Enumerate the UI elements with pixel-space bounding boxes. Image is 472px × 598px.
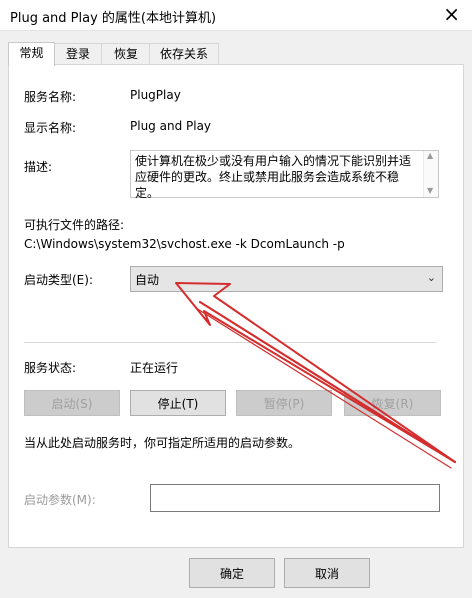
title-bar: Plug and Play 的属性(本地计算机) × [0,0,472,31]
tab-logon[interactable]: 登录 [53,43,103,64]
pause-button[interactable]: 暂停(P) [236,390,332,416]
startup-type-value: 自动 [135,273,160,287]
start-button[interactable]: 启动(S) [24,390,120,416]
divider [24,342,436,343]
description-textbox[interactable]: 使计算机在极少或没有用户输入的情况下能识别并适应硬件的更改。终止或禁用此服务会造… [130,150,439,200]
startup-type-label: 启动类型(E): [24,273,93,287]
general-panel: 服务名称: PlugPlay 显示名称: Plug and Play 描述: 使… [8,64,464,548]
description-scrollbar[interactable]: ▲ ▼ [423,151,438,197]
ok-button[interactable]: 确定 [189,558,275,588]
display-name-label: 显示名称: [24,121,77,135]
display-name-value: Plug and Play [130,119,212,133]
scroll-down-icon[interactable]: ▼ [427,186,433,195]
description-label: 描述: [24,160,53,174]
tab-dependencies[interactable]: 依存关系 [149,43,219,64]
tab-general[interactable]: 常规 [8,42,55,66]
cancel-button[interactable]: 取消 [284,558,370,588]
service-status-label: 服务状态: [24,361,77,375]
startup-params-input[interactable] [150,484,440,512]
service-name-label: 服务名称: [24,90,77,104]
exe-path-value: C:\Windows\system32\svchost.exe -k DcomL… [24,237,345,251]
tab-recovery[interactable]: 恢复 [101,43,151,64]
startup-type-select[interactable]: 自动 ⌄ [130,266,443,292]
startup-params-label: 启动参数(M): [24,493,96,507]
close-icon[interactable]: × [443,2,460,26]
exe-path-label: 可执行文件的路径: [24,218,125,232]
description-text: 使计算机在极少或没有用户输入的情况下能识别并适应硬件的更改。终止或禁用此服务会造… [135,154,412,200]
startup-params-hint: 当从此处启动服务时，你可指定所适用的启动参数。 [24,436,301,450]
window-title: Plug and Play 的属性(本地计算机) [10,11,217,26]
scroll-up-icon[interactable]: ▲ [427,151,433,160]
resume-button[interactable]: 恢复(R) [344,390,441,416]
service-status-value: 正在运行 [130,361,179,375]
chevron-down-icon[interactable]: ⌄ [427,271,436,284]
service-name-value: PlugPlay [130,88,181,102]
stop-button[interactable]: 停止(T) [130,390,226,416]
